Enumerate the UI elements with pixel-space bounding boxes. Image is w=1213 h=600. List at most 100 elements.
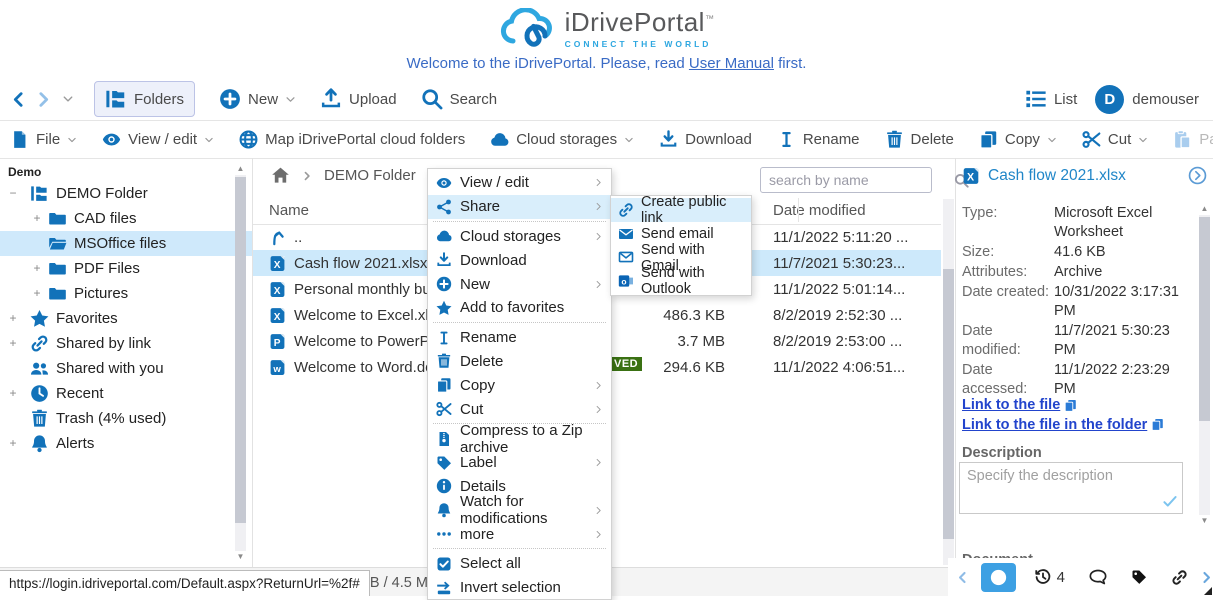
expand-toggle[interactable]: + bbox=[31, 261, 43, 275]
gmail-icon bbox=[618, 249, 634, 265]
submenu-item-create-public-link[interactable]: Create public link bbox=[611, 198, 751, 222]
expand-toggle[interactable]: + bbox=[7, 386, 19, 400]
info-icon bbox=[990, 569, 1007, 586]
file-list-scrollbar[interactable] bbox=[942, 198, 955, 566]
menu-item-view-edit[interactable]: View / edit bbox=[428, 171, 611, 195]
expand-toggle[interactable]: + bbox=[7, 336, 19, 350]
expand-toggle[interactable]: + bbox=[7, 436, 19, 450]
save-description-icon[interactable] bbox=[1162, 493, 1178, 509]
panel-collapse-icon[interactable] bbox=[1188, 166, 1207, 185]
svg-text:w: w bbox=[272, 363, 281, 374]
expand-toggle[interactable]: + bbox=[31, 286, 43, 300]
link-to-file-in-folder[interactable]: Link to the file in the folder bbox=[962, 417, 1147, 433]
sidebar-item-pictures[interactable]: + Pictures bbox=[0, 281, 252, 306]
scroll-up-icon[interactable]: ▲ bbox=[1201, 204, 1209, 214]
details-scrollbar[interactable]: ▲ ▼ bbox=[1198, 204, 1211, 526]
scroll-down-icon[interactable]: ▼ bbox=[237, 552, 245, 562]
menu-item-cut[interactable]: Cut bbox=[428, 397, 611, 421]
view-edit-menu[interactable]: View / edit bbox=[102, 130, 214, 149]
menu-item-copy[interactable]: Copy bbox=[428, 373, 611, 397]
menu-item-watch-modifications[interactable]: Watch for modifications bbox=[428, 498, 611, 522]
collapse-toggle[interactable]: − bbox=[7, 186, 19, 200]
rename-icon bbox=[436, 330, 452, 346]
logo-name: iDrivePortal™ bbox=[565, 7, 715, 37]
sidebar-item-demo-folder[interactable]: − DEMO Folder bbox=[0, 181, 252, 206]
back-icon[interactable] bbox=[10, 91, 27, 108]
search-icon bbox=[421, 88, 443, 110]
menu-item-compress-zip[interactable]: Compress to a Zip archive bbox=[428, 427, 611, 451]
user-manual-link[interactable]: User Manual bbox=[689, 55, 774, 72]
sidebar-item-trash[interactable]: Trash (4% used) bbox=[0, 406, 252, 431]
search-input[interactable] bbox=[761, 172, 954, 188]
submenu-arrow-icon bbox=[594, 506, 603, 515]
star-icon bbox=[436, 300, 452, 316]
avatar[interactable]: D bbox=[1095, 85, 1124, 114]
delete-button[interactable]: Delete bbox=[885, 130, 954, 149]
sidebar-item-alerts[interactable]: + Alerts bbox=[0, 431, 252, 456]
menu-item-add-to-favorites[interactable]: Add to favorites bbox=[428, 296, 611, 320]
rename-button[interactable]: Rename bbox=[777, 130, 860, 149]
history-dropdown-icon[interactable] bbox=[62, 93, 74, 105]
sidebar-item-shared-with-you[interactable]: Shared with you bbox=[0, 356, 252, 381]
tab-right-icon[interactable] bbox=[1200, 571, 1213, 584]
history-icon[interactable] bbox=[1034, 568, 1052, 586]
menu-item-cloud-storages[interactable]: Cloud storages bbox=[428, 225, 611, 249]
sidebar-item-recent[interactable]: + Recent bbox=[0, 381, 252, 406]
sidebar-item-cad-files[interactable]: + CAD files bbox=[0, 206, 252, 231]
clock-icon bbox=[30, 384, 49, 403]
menu-item-delete[interactable]: Delete bbox=[428, 350, 611, 374]
links-icon[interactable] bbox=[1171, 569, 1188, 586]
submenu-item-send-outlook[interactable]: o Send with Outlook bbox=[611, 269, 751, 293]
details-panel: X Cash flow 2021.xlsx Type:Microsoft Exc… bbox=[956, 158, 1213, 568]
folders-button[interactable]: Folders bbox=[94, 81, 195, 117]
svg-text:P: P bbox=[274, 337, 281, 348]
info-tab-button[interactable] bbox=[981, 563, 1016, 592]
menu-item-new[interactable]: New bbox=[428, 272, 611, 296]
submenu-arrow-icon bbox=[594, 232, 603, 241]
column-date-modified[interactable]: Date modified bbox=[743, 202, 941, 219]
menu-item-download[interactable]: Download bbox=[428, 248, 611, 272]
download-icon bbox=[436, 252, 452, 268]
submenu-arrow-icon bbox=[594, 381, 603, 390]
menu-item-rename[interactable]: Rename bbox=[428, 326, 611, 350]
copy-link-icon[interactable] bbox=[1064, 399, 1077, 412]
file-menu[interactable]: File bbox=[10, 130, 77, 149]
menu-item-share[interactable]: Share bbox=[428, 195, 611, 219]
copy-menu[interactable]: Copy bbox=[979, 130, 1057, 149]
scroll-down-icon[interactable]: ▼ bbox=[1201, 516, 1209, 526]
username[interactable]: demouser bbox=[1132, 91, 1199, 108]
cloud-storages-menu[interactable]: Cloud storages bbox=[490, 130, 634, 149]
sidebar-item-pdf-files[interactable]: + PDF Files bbox=[0, 256, 252, 281]
description-input[interactable] bbox=[960, 463, 1182, 513]
forward-icon[interactable] bbox=[35, 91, 52, 108]
resize-grip[interactable] bbox=[1204, 587, 1212, 595]
tab-left-icon[interactable] bbox=[956, 571, 969, 584]
sidebar-scrollbar[interactable]: ▲ ▼ bbox=[234, 164, 247, 562]
map-cloud-folders-button[interactable]: Map iDrivePortal cloud folders bbox=[239, 130, 465, 149]
upload-button[interactable]: Upload bbox=[320, 88, 397, 110]
comments-icon[interactable] bbox=[1089, 568, 1107, 586]
menu-item-select-all[interactable]: Select all bbox=[428, 552, 611, 576]
download-button[interactable]: Download bbox=[659, 130, 752, 149]
zip-icon bbox=[436, 431, 452, 447]
scroll-up-icon[interactable]: ▲ bbox=[237, 164, 245, 174]
link-to-file[interactable]: Link to the file bbox=[962, 397, 1060, 413]
search-button[interactable]: Search bbox=[421, 88, 498, 110]
breadcrumb-folder[interactable]: DEMO Folder bbox=[324, 167, 416, 184]
cut-menu[interactable]: Cut bbox=[1082, 130, 1148, 149]
sidebar-item-favorites[interactable]: + Favorites bbox=[0, 306, 252, 331]
new-button[interactable]: New bbox=[219, 88, 296, 110]
sidebar-item-shared-by-link[interactable]: + Shared by link bbox=[0, 331, 252, 356]
scissors-icon bbox=[1082, 130, 1101, 149]
list-view-button[interactable]: List bbox=[1025, 88, 1077, 110]
expand-toggle[interactable]: + bbox=[31, 211, 43, 225]
copy-link-icon[interactable] bbox=[1151, 418, 1164, 431]
labels-icon[interactable] bbox=[1131, 569, 1147, 585]
list-icon bbox=[1025, 88, 1047, 110]
home-icon[interactable] bbox=[271, 166, 290, 185]
chevron-down-icon bbox=[67, 135, 77, 145]
sidebar-item-msoffice-files[interactable]: MSOffice files bbox=[0, 231, 252, 256]
paste-icon bbox=[1173, 130, 1192, 149]
expand-toggle[interactable]: + bbox=[7, 311, 19, 325]
trash-icon bbox=[885, 130, 904, 149]
